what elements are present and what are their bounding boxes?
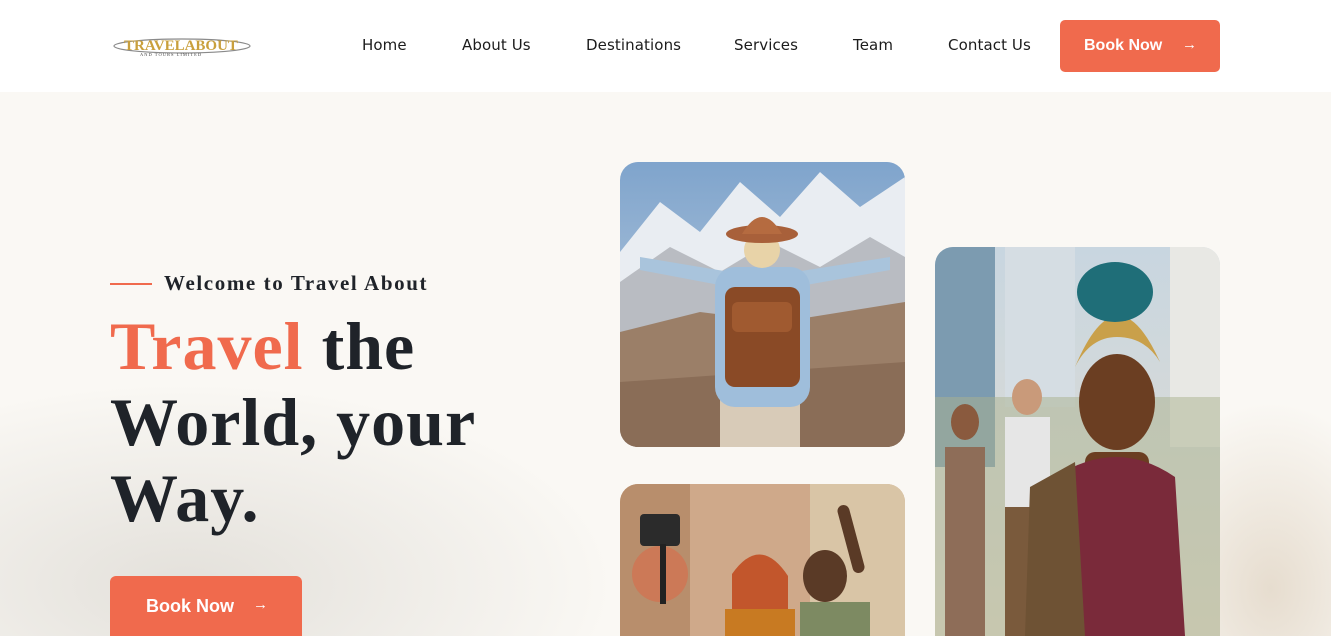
- logo[interactable]: TRAVELABOUT AND TOURS LIMITED: [110, 22, 256, 70]
- header-book-now-button[interactable]: Book Now →: [1060, 20, 1220, 72]
- hero-headline: Travel the World, your Way.: [110, 308, 530, 536]
- photo-hiker-mountains: [620, 162, 905, 447]
- photo-woman-city: [935, 247, 1220, 636]
- eyebrow-divider: [110, 283, 152, 285]
- headline-part-3: Way.: [110, 460, 260, 536]
- header-book-now-label: Book Now: [1084, 37, 1163, 54]
- nav-about-us[interactable]: About Us: [462, 36, 531, 54]
- nav-home[interactable]: Home: [362, 36, 407, 54]
- nav-services[interactable]: Services: [734, 36, 798, 54]
- site-header: TRAVELABOUT AND TOURS LIMITED Home About…: [0, 0, 1331, 92]
- nav-contact-us[interactable]: Contact Us: [948, 36, 1031, 54]
- hero-book-now-label: Book Now: [146, 596, 234, 616]
- nav-team[interactable]: Team: [853, 36, 893, 54]
- headline-accent: Travel: [110, 308, 304, 384]
- hero-eyebrow: Welcome to Travel About: [164, 271, 429, 295]
- photo-friends-selfie: [620, 484, 905, 636]
- arrow-right-icon: →: [253, 596, 268, 613]
- nav-destinations[interactable]: Destinations: [586, 36, 681, 54]
- headline-part-1: the: [303, 308, 416, 384]
- arrow-right-icon: →: [1182, 36, 1197, 53]
- hero-book-now-button[interactable]: Book Now →: [110, 576, 302, 636]
- logo-subtext: AND TOURS LIMITED: [140, 52, 202, 57]
- headline-part-2: World, your: [110, 384, 477, 460]
